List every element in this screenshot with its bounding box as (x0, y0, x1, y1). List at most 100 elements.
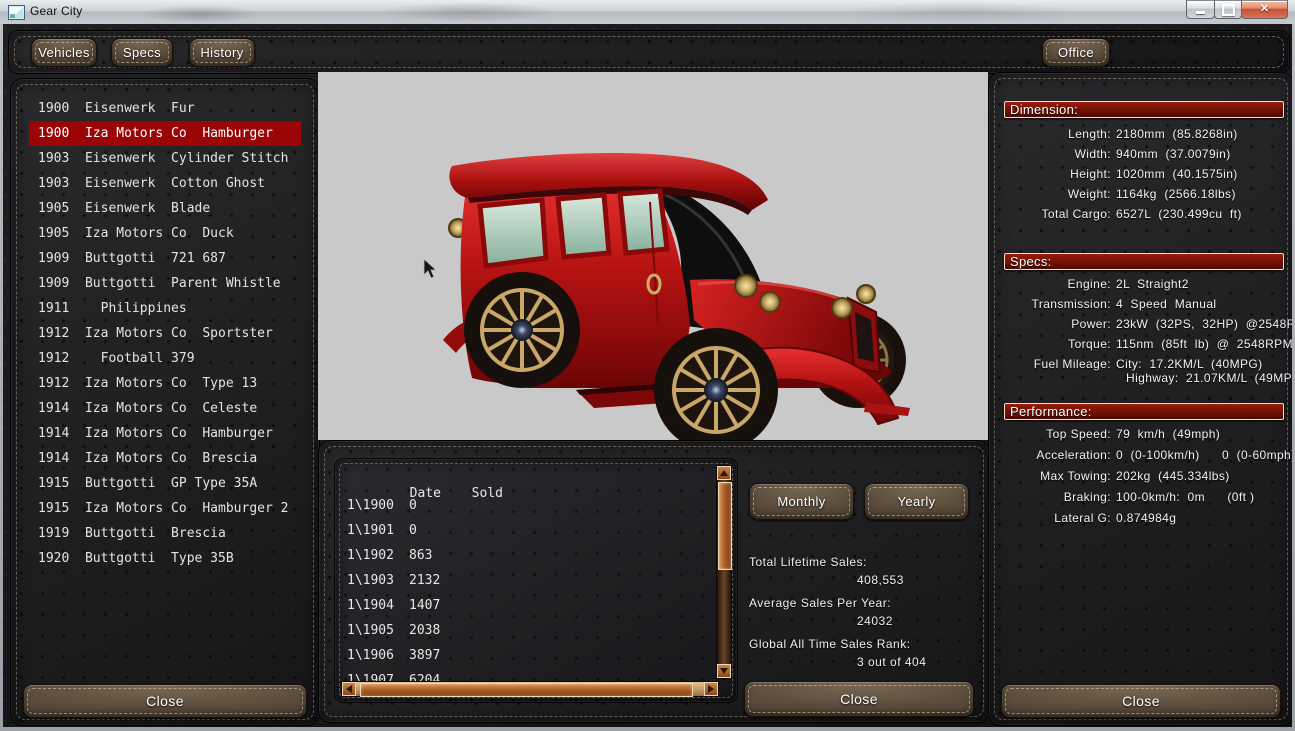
toolbar-vehicles-button[interactable]: Vehicles (31, 38, 97, 67)
minimize-button[interactable] (1186, 0, 1215, 19)
details-close-button[interactable]: Close (1001, 684, 1281, 718)
toolbar-specs-button[interactable]: Specs (111, 38, 173, 67)
vehicle-list-item[interactable]: 1915 Iza Motors Co Hamburger 2 (29, 496, 301, 521)
sales-row[interactable]: 1\19010 (347, 523, 417, 538)
specs-engine: Engine:2L Straight2 (999, 277, 1287, 291)
window-title: Gear City (30, 4, 82, 18)
sales-cell-date: 1\1900 (347, 498, 409, 513)
vehicle-list-item[interactable]: 1912 Football 379 (29, 346, 301, 371)
vehicle-list-item[interactable]: 1900 Eisenwerk Fur (29, 96, 301, 121)
kv-label: Lateral G: (999, 511, 1111, 525)
sales-row[interactable]: 1\19032132 (347, 573, 440, 588)
stat-label: Average Sales Per Year: (749, 596, 891, 610)
vehicle-list-item[interactable]: 1912 Iza Motors Co Sportster (29, 321, 301, 346)
titlebar[interactable]: Gear City ✕ (0, 0, 1295, 25)
vehicle-list-item[interactable]: 1919 Buttgotti Brescia (29, 521, 301, 546)
close-button-label: Close (840, 691, 878, 707)
app-icon (8, 5, 25, 20)
vehicle-list: 1900 Eisenwerk Fur 1900 Iza Motors Co Ha… (29, 96, 301, 696)
vehicle-list-item[interactable]: 1903 Eisenwerk Cotton Ghost (29, 171, 301, 196)
vehicle-list-close-button[interactable]: Close (23, 684, 307, 718)
scroll-left-button[interactable] (342, 682, 356, 696)
global-sales-rank: Global All Time Sales Rank: 3 out of 404 (749, 637, 999, 669)
specs-header: Specs: (1004, 253, 1284, 270)
kv-label: Max Towing: (999, 469, 1111, 483)
sales-cell-sold: 863 (409, 548, 432, 563)
vehicle-3d-viewport[interactable] (318, 72, 988, 440)
kv-value: 100-0km/h: 0m (0ft ) (1116, 490, 1254, 504)
dimension-header: Dimension: (1004, 101, 1284, 118)
close-icon: ✕ (1260, 4, 1269, 15)
horizontal-scrollbar[interactable] (341, 681, 719, 697)
stat-label: Global All Time Sales Rank: (749, 637, 911, 651)
kv-value: 4 Speed Manual (1116, 297, 1216, 311)
sales-row[interactable]: 1\19000 (347, 498, 417, 513)
horizontal-scrollbar-thumb[interactable] (360, 683, 693, 697)
fuel-city-value: City: 17.2KM/L (40MPG) (1116, 357, 1263, 371)
vehicle-list-item[interactable]: 1909 Buttgotti 721 687 (29, 246, 301, 271)
vehicle-list-item[interactable]: 1911 Philippines (29, 296, 301, 321)
sales-cell-date: 1\1903 (347, 573, 409, 588)
specs-button-label: Specs (123, 45, 161, 60)
kv-label: Width: (999, 147, 1111, 161)
sales-cell-sold: 1407 (409, 598, 440, 613)
fuel-highway-value: Highway: 21.07KM/L (49MPG) (1116, 371, 1292, 385)
average-sales-per-year: Average Sales Per Year: 24032 (749, 596, 999, 628)
window-frame: Vehicles Specs History Office 1900 Eisen… (0, 24, 1295, 731)
vehicle-list-item[interactable]: 1912 Iza Motors Co Type 13 (29, 371, 301, 396)
sales-row[interactable]: 1\1902863 (347, 548, 432, 563)
vehicle-list-item[interactable]: 1909 Buttgotti Parent Whistle (29, 271, 301, 296)
kv-label: Acceleration: (999, 448, 1111, 462)
vehicle-list-item[interactable]: 1914 Iza Motors Co Celeste (29, 396, 301, 421)
close-window-button[interactable]: ✕ (1241, 0, 1288, 19)
dimension-height: Height:1020mm (40.1575in) (999, 167, 1287, 181)
scroll-right-icon (708, 685, 714, 693)
vehicle-list-item[interactable]: 1905 Iza Motors Co Duck (29, 221, 301, 246)
performance-braking: Braking:100-0km/h: 0m (0ft ) (999, 490, 1287, 504)
sales-close-button[interactable]: Close (744, 681, 974, 717)
sales-cell-date: 1\1901 (347, 523, 409, 538)
sales-cell-sold: 0 (409, 523, 417, 538)
kv-label: Length: (999, 127, 1111, 141)
performance-top-speed: Top Speed: 79 km/h (49mph) (999, 427, 1287, 441)
sales-row[interactable]: 1\19041407 (347, 598, 440, 613)
sales-cell-date: 1\1906 (347, 648, 409, 663)
kv-value: 0 (0-100km/h) 0 (0-60mph) (1116, 448, 1292, 462)
kv-label: Torque: (999, 337, 1111, 351)
sales-header-date: Date (410, 486, 472, 501)
vehicle-list-item[interactable]: 1903 Eisenwerk Cylinder Stitch (29, 146, 301, 171)
scroll-right-button[interactable] (704, 682, 718, 696)
vehicle-list-item[interactable]: 1914 Iza Motors Co Hamburger (29, 421, 301, 446)
performance-acceleration: Acceleration:0 (0-100km/h) 0 (0-60mph) (999, 448, 1287, 462)
vertical-scrollbar[interactable] (716, 465, 732, 679)
kv-label: Top Speed: (999, 427, 1111, 441)
vehicle-list-item[interactable]: 1914 Iza Motors Co Brescia (29, 446, 301, 471)
maximize-button[interactable] (1214, 0, 1242, 19)
toolbar: Vehicles Specs History Office (8, 30, 1290, 74)
scroll-down-button[interactable] (717, 664, 731, 678)
monthly-button[interactable]: Monthly (749, 483, 854, 520)
sales-cell-date: 1\1905 (347, 623, 409, 638)
kv-value: 1020mm (40.1575in) (1116, 167, 1238, 181)
dimension-weight: Weight:1164kg (2566.18lbs) (999, 187, 1287, 201)
sales-row[interactable]: 1\19052038 (347, 623, 440, 638)
vehicle-list-item[interactable]: 1920 Buttgotti Type 35B (29, 546, 301, 571)
kv-label: Transmission: (999, 297, 1111, 311)
sales-row[interactable]: 1\19063897 (347, 648, 440, 663)
sales-cell-sold: 3897 (409, 648, 440, 663)
vehicle-list-item-selected[interactable]: 1900 Iza Motors Co Hamburger (29, 121, 301, 146)
scroll-up-button[interactable] (717, 466, 731, 480)
vehicle-list-item[interactable]: 1905 Eisenwerk Blade (29, 196, 301, 221)
vertical-scrollbar-thumb[interactable] (718, 482, 732, 570)
yearly-button[interactable]: Yearly (864, 483, 969, 520)
vehicle-list-item[interactable]: 1915 Buttgotti GP Type 35A (29, 471, 301, 496)
stat-value: 408,553 (749, 573, 999, 587)
scroll-down-icon (720, 668, 728, 674)
dimension-width: Width:940mm (37.0079in) (999, 147, 1287, 161)
kv-label: Weight: (999, 187, 1111, 201)
toolbar-office-button[interactable]: Office (1042, 38, 1110, 67)
sales-cell-sold: 2132 (409, 573, 440, 588)
toolbar-history-button[interactable]: History (189, 38, 255, 67)
kv-value: 79 km/h (49mph) (1116, 427, 1220, 441)
main-content: Vehicles Specs History Office 1900 Eisen… (3, 24, 1292, 727)
